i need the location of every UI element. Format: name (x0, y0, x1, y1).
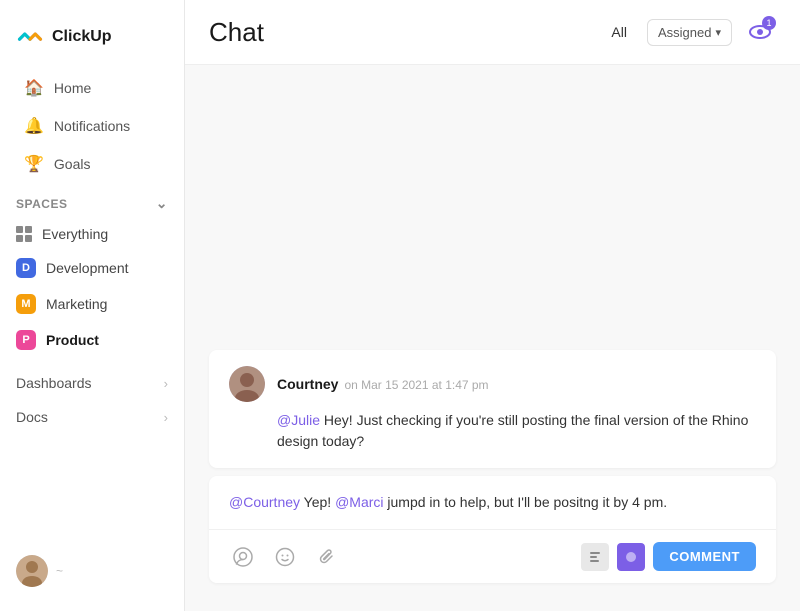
comment-button[interactable]: COMMENT (653, 542, 756, 571)
nav-goals[interactable]: 🏆 Goals (8, 146, 176, 182)
home-icon: 🏠 (24, 78, 44, 98)
sidebar-item-product[interactable]: P Product (0, 323, 184, 357)
spaces-section-label: Spaces ⌄ (0, 183, 184, 218)
logo-area: ClickUp (0, 12, 184, 69)
mention-courtney: @Courtney (229, 494, 300, 510)
prod-badge: P (16, 330, 36, 350)
message-author: Courtney (277, 376, 338, 392)
attachment-button[interactable] (313, 543, 341, 571)
product-label: Product (46, 332, 99, 348)
message-body: @Julie Hey! Just checking if you're stil… (229, 410, 756, 452)
everything-label: Everything (42, 226, 108, 242)
compose-area: COMMENT (209, 529, 776, 583)
user-avatar (16, 555, 48, 587)
trophy-icon: 🏆 (24, 154, 44, 174)
message-header: Courtney on Mar 15 2021 at 1:47 pm (229, 366, 756, 402)
compose-right: COMMENT (581, 542, 756, 571)
mention-julie: @Julie (277, 412, 320, 428)
chevron-right-icon: › (164, 376, 168, 391)
docs-label: Docs (16, 409, 48, 425)
mkt-badge: M (16, 294, 36, 314)
page-title: Chat (209, 17, 264, 48)
notification-bell[interactable]: 1 (744, 16, 776, 48)
emoji-button[interactable] (271, 543, 299, 571)
dev-badge: D (16, 258, 36, 278)
chevron-down-icon: ▾ (715, 26, 721, 39)
mention-marci: @Marci (335, 494, 383, 510)
chevron-right-icon: › (164, 410, 168, 425)
nav-home[interactable]: 🏠 Home (8, 70, 176, 106)
reply-card: @Courtney Yep! @Marci jumpd in to help, … (209, 476, 776, 583)
sidebar: ClickUp 🏠 Home 🔔 Notifications 🏆 Goals S… (0, 0, 185, 611)
courtney-avatar (229, 366, 265, 402)
grid-icon (16, 226, 32, 242)
mention-button[interactable] (229, 543, 257, 571)
sidebar-item-marketing[interactable]: M Marketing (0, 287, 184, 321)
marketing-label: Marketing (46, 296, 107, 312)
filter-assigned-button[interactable]: Assigned ▾ (647, 19, 732, 46)
message-timestamp: on Mar 15 2021 at 1:47 pm (344, 378, 488, 392)
sidebar-item-development[interactable]: D Development (0, 251, 184, 285)
header-actions: All Assigned ▾ 1 (603, 16, 776, 48)
message-card: Courtney on Mar 15 2021 at 1:47 pm @Juli… (209, 350, 776, 468)
app-name: ClickUp (52, 28, 112, 46)
message-meta: Courtney on Mar 15 2021 at 1:47 pm (277, 376, 489, 392)
format-button-2[interactable] (617, 543, 645, 571)
nav-notifications-label: Notifications (54, 118, 130, 134)
nav-home-label: Home (54, 80, 91, 96)
clickup-logo-icon (16, 20, 44, 53)
bell-icon: 🔔 (24, 116, 44, 136)
filter-all-button[interactable]: All (603, 20, 635, 44)
user-avatar-area[interactable]: ~ (0, 543, 184, 599)
chevron-down-icon[interactable]: ⌄ (156, 195, 168, 212)
nav-docs[interactable]: Docs › (0, 401, 184, 433)
dashboards-label: Dashboards (16, 375, 92, 391)
chevron-down-icon: ~ (56, 564, 63, 578)
notification-badge: 1 (762, 16, 776, 30)
chat-header: Chat All Assigned ▾ 1 (185, 0, 800, 65)
nav-dashboards[interactable]: Dashboards › (0, 367, 184, 399)
sidebar-item-everything[interactable]: Everything (0, 219, 184, 249)
nav-goals-label: Goals (54, 156, 91, 172)
reply-body: @Courtney Yep! @Marci jumpd in to help, … (229, 492, 756, 513)
chat-area: Courtney on Mar 15 2021 at 1:47 pm @Juli… (185, 65, 800, 611)
compose-tools (229, 543, 341, 571)
main-content: Chat All Assigned ▾ 1 (185, 0, 800, 611)
format-button-1[interactable] (581, 543, 609, 571)
development-label: Development (46, 260, 129, 276)
nav-notifications[interactable]: 🔔 Notifications (8, 108, 176, 144)
